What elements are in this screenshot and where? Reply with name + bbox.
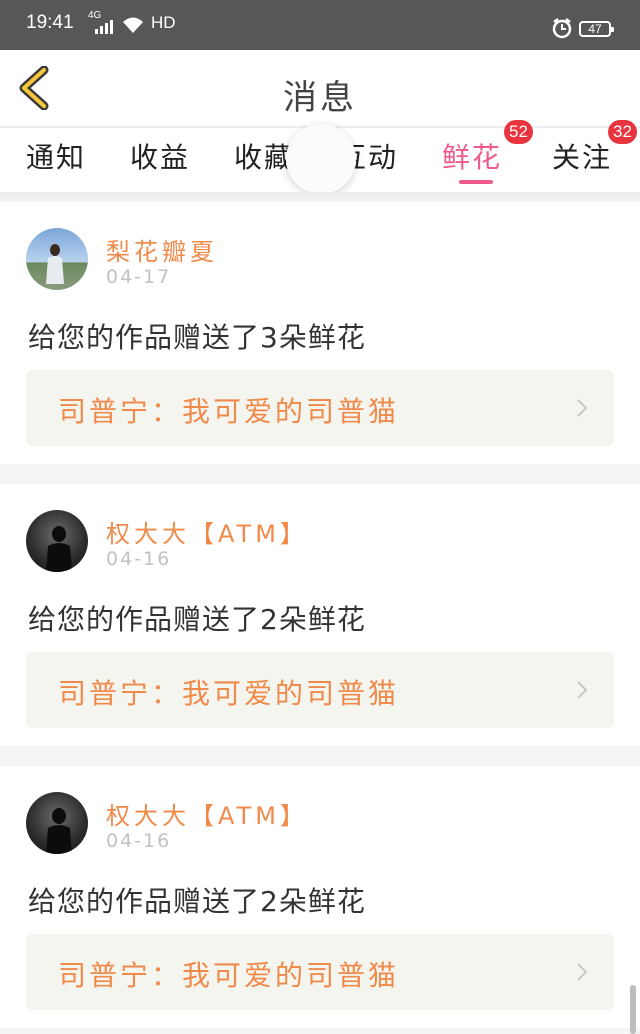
avatar-image: [46, 244, 64, 284]
signal-icon: [95, 20, 113, 34]
floating-assistive-button[interactable]: [286, 124, 356, 194]
avatar[interactable]: [26, 228, 88, 290]
chevron-right-icon: [577, 681, 588, 699]
message-text: 给您的作品赠送了2朵鲜花: [28, 603, 366, 636]
work-link[interactable]: 司普宁：我可爱的司普猫: [26, 934, 614, 1010]
alarm-icon: [552, 18, 572, 39]
avatar-image: [46, 526, 72, 572]
wifi-icon: [123, 17, 143, 33]
sender-name[interactable]: 梨花瓣夏: [106, 232, 218, 267]
status-time: 19:41: [26, 12, 74, 33]
chevron-right-icon: [577, 399, 588, 417]
tab-flowers[interactable]: 鲜花: [442, 136, 502, 176]
flowers-badge: 52: [504, 120, 533, 144]
status-bar: 19:41 4G HD 47: [0, 0, 640, 50]
message-text: 给您的作品赠送了3朵鲜花: [28, 321, 366, 354]
tab-favorites[interactable]: 收藏: [234, 136, 294, 176]
tab-notifications[interactable]: 通知: [26, 136, 86, 176]
message-text: 给您的作品赠送了2朵鲜花: [28, 885, 366, 918]
work-link[interactable]: 司普宁：我可爱的司普猫: [26, 370, 614, 446]
work-title: 司普宁：我可爱的司普猫: [58, 677, 400, 710]
avatar-image: [46, 808, 72, 854]
message-date: 04-17: [106, 266, 172, 288]
message-date: 04-16: [106, 548, 172, 570]
avatar[interactable]: [26, 510, 88, 572]
work-link[interactable]: 司普宁：我可爱的司普猫: [26, 652, 614, 728]
message-card: 权大大【ATM】 04-16 给您的作品赠送了2朵鲜花 司普宁：我可爱的司普猫: [0, 484, 640, 746]
divider: [0, 192, 640, 202]
tab-follows[interactable]: 关注: [552, 136, 612, 176]
hd-label: HD: [151, 13, 176, 32]
follows-badge: 32: [608, 120, 637, 144]
work-title: 司普宁：我可爱的司普猫: [58, 959, 400, 992]
sender-name[interactable]: 权大大【ATM】: [106, 514, 308, 549]
scrollbar[interactable]: [630, 985, 636, 1034]
tab-earnings[interactable]: 收益: [130, 136, 190, 176]
message-card: 梨花瓣夏 04-17 给您的作品赠送了3朵鲜花 司普宁：我可爱的司普猫: [0, 202, 640, 464]
work-title: 司普宁：我可爱的司普猫: [58, 395, 400, 428]
message-card: 权大大【ATM】 04-16 给您的作品赠送了2朵鲜花 司普宁：我可爱的司普猫: [0, 766, 640, 1028]
battery-indicator: 47: [579, 21, 614, 37]
nav-bar: 消息: [0, 50, 640, 126]
message-date: 04-16: [106, 830, 172, 852]
sender-name[interactable]: 权大大【ATM】: [106, 796, 308, 831]
avatar[interactable]: [26, 792, 88, 854]
chevron-right-icon: [577, 963, 588, 981]
active-tab-indicator: [459, 180, 493, 184]
page-title: 消息: [283, 78, 357, 118]
